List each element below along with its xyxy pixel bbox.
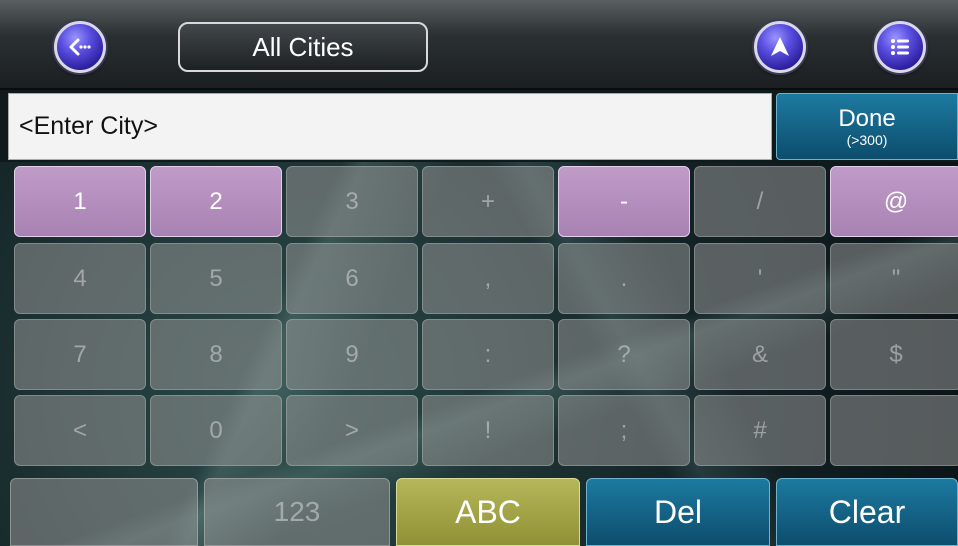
city-scope-selector[interactable]: All Cities bbox=[178, 22, 428, 72]
key-r1-c6: / bbox=[694, 166, 826, 237]
key-r3-c7: $ bbox=[830, 319, 958, 390]
key-label: 6 bbox=[345, 264, 359, 292]
key-r1-c3: 3 bbox=[286, 166, 418, 237]
key-label: 5 bbox=[209, 264, 223, 292]
key-r3-c1: 7 bbox=[14, 319, 146, 390]
key-label: ' bbox=[757, 264, 763, 292]
key-label: < bbox=[72, 416, 87, 444]
clear-label: Clear bbox=[828, 493, 906, 530]
alpha-mode-key[interactable]: ABC bbox=[396, 478, 580, 546]
key-label: - bbox=[620, 187, 628, 215]
key-r3-c5: ? bbox=[558, 319, 690, 390]
key-r3-c4: : bbox=[422, 319, 554, 390]
key-r2-c6: ' bbox=[694, 243, 826, 314]
key-r2-c2: 5 bbox=[150, 243, 282, 314]
key-r3-c6: & bbox=[694, 319, 826, 390]
key-label: / bbox=[756, 187, 764, 215]
key-r2-c1: 4 bbox=[14, 243, 146, 314]
key-r4-c3: > bbox=[286, 395, 418, 466]
key-r1-c7[interactable]: @ bbox=[830, 166, 958, 237]
numeric-mode-label: 123 bbox=[273, 496, 321, 527]
key-label: > bbox=[344, 416, 359, 444]
key-r4-c5: ; bbox=[558, 395, 690, 466]
key-label: . bbox=[620, 264, 628, 292]
key-r3-c3: 9 bbox=[286, 319, 418, 390]
key-r2-c4: , bbox=[422, 243, 554, 314]
menu-button[interactable] bbox=[874, 21, 926, 73]
navigation-button[interactable] bbox=[754, 21, 806, 73]
key-label: ! bbox=[484, 416, 492, 444]
city-search-placeholder: <Enter City> bbox=[19, 112, 158, 140]
key-label: 8 bbox=[209, 340, 223, 368]
key-label: ; bbox=[620, 416, 628, 444]
key-label: 7 bbox=[73, 340, 87, 368]
key-r4-c2: 0 bbox=[150, 395, 282, 466]
blank-key bbox=[10, 478, 198, 546]
key-r4-c6: # bbox=[694, 395, 826, 466]
list-menu-icon bbox=[891, 39, 909, 55]
key-label: 0 bbox=[209, 416, 223, 444]
key-label: 2 bbox=[209, 187, 223, 215]
clear-key[interactable]: Clear bbox=[776, 478, 958, 546]
city-search-input[interactable]: <Enter City> bbox=[8, 93, 772, 160]
top-bar: All Cities bbox=[0, 0, 958, 90]
navigation-arrow-icon bbox=[771, 37, 789, 56]
key-r3-c2: 8 bbox=[150, 319, 282, 390]
key-r2-c5: . bbox=[558, 243, 690, 314]
key-label: # bbox=[753, 416, 767, 444]
key-r4-c4: ! bbox=[422, 395, 554, 466]
key-label: @ bbox=[883, 187, 909, 215]
back-arrow-icon bbox=[69, 38, 91, 56]
key-r4-c1: < bbox=[14, 395, 146, 466]
key-label: : bbox=[484, 340, 492, 368]
delete-key[interactable]: Del bbox=[586, 478, 770, 546]
done-button[interactable]: Done (>300) bbox=[776, 93, 958, 160]
key-label: , bbox=[484, 264, 492, 292]
key-r2-c3: 6 bbox=[286, 243, 418, 314]
back-button[interactable] bbox=[54, 21, 106, 73]
key-label: 4 bbox=[73, 264, 87, 292]
key-label: " bbox=[891, 264, 901, 292]
key-label: $ bbox=[889, 340, 903, 368]
delete-label: Del bbox=[653, 493, 702, 530]
key-label: 9 bbox=[345, 340, 359, 368]
key-label: 3 bbox=[345, 187, 359, 215]
key-label: 1 bbox=[73, 187, 87, 215]
key-r1-c4: + bbox=[422, 166, 554, 237]
key-r1-c1[interactable]: 1 bbox=[14, 166, 146, 237]
key-r1-c2[interactable]: 2 bbox=[150, 166, 282, 237]
done-label: Done bbox=[838, 104, 896, 132]
key-r2-c7: " bbox=[830, 243, 958, 314]
key-label: ? bbox=[617, 340, 631, 368]
key-label: & bbox=[751, 340, 768, 368]
key-label: + bbox=[480, 187, 495, 215]
city-scope-label: All Cities bbox=[252, 31, 354, 62]
key-r1-c5[interactable]: - bbox=[558, 166, 690, 237]
numeric-mode-key[interactable]: 123 bbox=[204, 478, 390, 546]
alpha-mode-label: ABC bbox=[455, 493, 521, 530]
key-r4-c7 bbox=[830, 395, 958, 466]
results-count: (>300) bbox=[846, 131, 888, 148]
